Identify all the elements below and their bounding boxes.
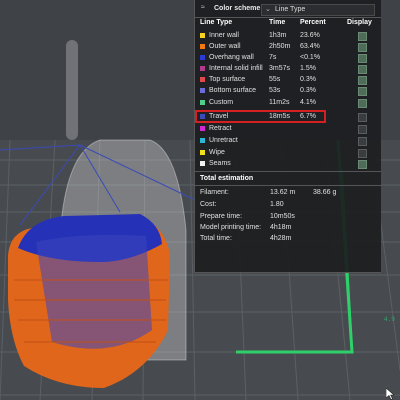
cost-row: Cost: 1.80 [200, 201, 376, 211]
filament-weight: 38.66 g [313, 189, 337, 196]
model-time-label: Model printing time: [200, 224, 262, 231]
line-type-name: Wipe [209, 149, 225, 156]
legend-row: Custom 11m2s 4.1% [195, 98, 381, 108]
col-header-percent: Percent [300, 19, 326, 26]
line-type-time: 53s [269, 87, 281, 94]
color-swatch [200, 66, 205, 71]
cost-label: Cost: [200, 201, 217, 208]
line-type-name: Bottom surface [209, 87, 257, 94]
header-divider [195, 17, 381, 18]
filament-label: Filament: [200, 189, 229, 196]
line-type-name: Outer wall [209, 43, 241, 50]
legend-row: Outer wall 2h50m 63.4% [195, 42, 381, 52]
model-time-row: Model printing time: 4h18m [200, 224, 376, 234]
line-type-name: Custom [209, 99, 234, 106]
color-scheme-value: Line Type [275, 6, 306, 13]
color-swatch [200, 100, 205, 105]
legend-row: Unretract [195, 136, 381, 146]
total-estimation-title: Total estimation [200, 175, 254, 182]
total-time-value: 4h28m [270, 235, 292, 242]
display-checkbox[interactable] [358, 137, 367, 146]
legend-row: Overhang wall 7s <0.1% [195, 53, 381, 63]
color-scheme-title: Color scheme [214, 5, 261, 12]
line-type-time: 7s [269, 54, 277, 61]
display-checkbox[interactable] [358, 76, 367, 85]
model-ghost-spout [66, 40, 78, 140]
display-checkbox[interactable] [358, 54, 367, 63]
line-type-percent: 23.6% [300, 32, 320, 39]
display-checkbox[interactable] [358, 43, 367, 52]
display-checkbox[interactable] [358, 32, 367, 41]
chevron-up-double-icon[interactable]: ≈ [201, 4, 205, 11]
color-swatch [200, 161, 205, 166]
line-type-percent: 0.3% [300, 76, 316, 83]
legend-row: Internal solid infill 3m57s 1.5% [195, 64, 381, 74]
color-swatch [200, 126, 205, 131]
display-checkbox[interactable] [358, 87, 367, 96]
display-checkbox[interactable] [358, 99, 367, 108]
line-type-time: 55s [269, 76, 281, 83]
cost-value: 1.80 [270, 201, 284, 208]
color-swatch [200, 88, 205, 93]
inner-wall-top [36, 234, 152, 349]
legend-row: Inner wall 1h3m 23.6% [195, 31, 381, 41]
line-type-name: Unretract [209, 137, 238, 144]
line-type-name: Seams [209, 160, 231, 167]
section-divider [195, 171, 381, 172]
line-type-time: 11m2s [269, 99, 290, 106]
line-type-time: 1h3m [269, 32, 287, 39]
prepare-time-row: Prepare time: 10m50s [200, 213, 376, 223]
legend-row: Seams [195, 159, 381, 169]
color-scheme-select[interactable]: ⌄ Line Type [261, 4, 375, 16]
line-type-name: Inner wall [209, 32, 239, 39]
color-swatch [200, 44, 205, 49]
filament-length: 13.62 m [270, 189, 296, 196]
line-type-percent: 1.5% [300, 65, 316, 72]
line-type-percent: 63.4% [300, 43, 320, 50]
prepare-time-value: 10m50s [270, 213, 295, 220]
line-type-percent: 4.1% [300, 99, 316, 106]
display-checkbox[interactable] [358, 160, 367, 169]
col-header-line-type: Line Type [200, 19, 233, 26]
display-checkbox[interactable] [358, 65, 367, 74]
display-checkbox[interactable] [358, 125, 367, 134]
chevron-down-icon: ⌄ [265, 6, 271, 13]
display-checkbox[interactable] [358, 149, 367, 158]
cursor-arrow-icon [386, 388, 395, 400]
line-type-time: 2h50m [269, 43, 291, 50]
prepare-time-label: Prepare time: [200, 213, 243, 220]
total-time-label: Total time: [200, 235, 232, 242]
filament-row: Filament: 13.62 m 38.66 g [200, 189, 376, 199]
color-swatch [200, 55, 205, 60]
model-time-value: 4h18m [270, 224, 292, 231]
line-type-name: Overhang wall [209, 54, 254, 61]
color-swatch [200, 33, 205, 38]
color-swatch [200, 77, 205, 82]
color-swatch [200, 138, 205, 143]
legend-row: Retract [195, 124, 381, 134]
travel-row-highlight [195, 110, 326, 123]
total-time-row: Total time: 4h28m [200, 235, 376, 245]
line-type-name: Top surface [209, 76, 246, 83]
color-scheme-row: ≈ Color scheme ⌄ Line Type [195, 2, 381, 16]
line-type-percent: 0.3% [300, 87, 316, 94]
legend-row: Bottom surface 53s 0.3% [195, 86, 381, 96]
legend-row: Top surface 55s 0.3% [195, 75, 381, 85]
side-label: 4.9 [384, 316, 395, 323]
line-type-time: 3m57s [269, 65, 291, 72]
line-type-percent: <0.1% [300, 54, 321, 61]
legend-panel: ≈ Color scheme ⌄ Line Type Line Type Tim… [194, 0, 381, 273]
col-header-display: Display [347, 19, 372, 26]
section-divider [195, 185, 381, 186]
col-header-time: Time [269, 19, 286, 26]
display-checkbox[interactable] [358, 113, 367, 122]
line-type-name: Retract [209, 125, 232, 132]
color-swatch [200, 150, 205, 155]
line-type-name: Internal solid infill [209, 65, 263, 72]
legend-row: Wipe [195, 148, 381, 158]
